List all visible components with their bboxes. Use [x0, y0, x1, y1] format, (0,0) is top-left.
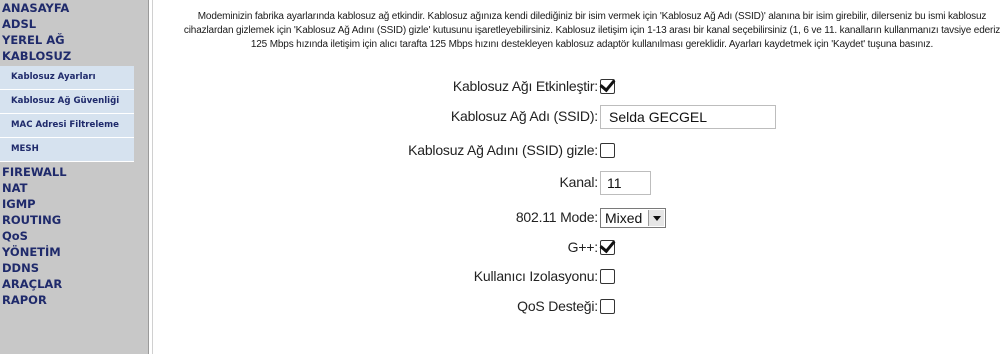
- intro-line-1: Modeminizin fabrika ayarlarında kablosuz…: [197, 11, 987, 22]
- ssid-row: Kablosuz Ağ Adı (SSID): Selda GECGEL: [153, 104, 1006, 130]
- isolation-label: Kullanıcı Izolasyonu:: [473, 268, 598, 284]
- intro-text: Modeminizin fabrika ayarlarında kablosuz…: [167, 10, 1006, 52]
- channel-input[interactable]: 11: [600, 171, 651, 195]
- sub-nav-item-3[interactable]: MESH: [0, 138, 134, 162]
- channel-label: Kanal:: [559, 174, 599, 190]
- nav-item-ddns[interactable]: DDNS: [0, 260, 148, 276]
- enable-row: Kablosuz Ağı Etkinleştir:: [153, 74, 1006, 100]
- isolation-checkbox[interactable]: [600, 269, 615, 284]
- nav-item-yöneti-m[interactable]: YÖNETİM: [0, 244, 148, 260]
- sidebar-divider: [148, 0, 149, 354]
- sub-nav-item-0[interactable]: Kablosuz Ayarları: [0, 66, 134, 90]
- nav-item-araçlar[interactable]: ARAÇLAR: [0, 276, 148, 292]
- hide-ssid-label: Kablosuz Ağ Adını (SSID) gizle:: [408, 142, 598, 158]
- intro-line-3: 125 Mbps hızında iletişim için alıcı tar…: [250, 39, 934, 50]
- nav-top: ANASAYFA ADSL YEREL AĞ KABLOSUZ: [0, 0, 148, 64]
- nav-item-yerel-ağ[interactable]: YEREL AĞ: [0, 32, 148, 48]
- nav-item-anasayfa[interactable]: ANASAYFA: [0, 0, 148, 16]
- mode-row: 802.11 Mode: Mixed: [153, 205, 1006, 231]
- nav-item-firewall[interactable]: FIREWALL: [0, 164, 148, 180]
- sidebar: ANASAYFA ADSL YEREL AĞ KABLOSUZ Kablosuz Ay…: [0, 0, 148, 354]
- enable-label: Kablosuz Ağı Etkinleştir:: [452, 78, 598, 94]
- mode-label: 802.11 Mode:: [515, 209, 598, 225]
- enable-wireless-checkbox[interactable]: [600, 79, 615, 94]
- nav-item-qos[interactable]: QoS: [0, 228, 148, 244]
- nav-item-nat[interactable]: NAT: [0, 180, 148, 196]
- gpp-label: G++:: [567, 239, 599, 255]
- ssid-input[interactable]: Selda GECGEL: [600, 105, 776, 129]
- nav-item-igmp[interactable]: IGMP: [0, 196, 148, 212]
- chevron-down-icon: [648, 210, 664, 226]
- gpp-row: G++:: [153, 235, 1006, 261]
- sub-nav-item-1[interactable]: Kablosuz Ağ Güvenliği: [0, 90, 134, 114]
- nav-item-kablosuz[interactable]: KABLOSUZ: [0, 48, 148, 64]
- hide-ssid-row: Kablosuz Ağ Adını (SSID) gizle:: [153, 138, 1006, 164]
- qos-label: QoS Desteği:: [517, 298, 598, 314]
- nav-item-adsl[interactable]: ADSL: [0, 16, 148, 32]
- sub-nav-item-2[interactable]: MAC Adresi Filtreleme: [0, 114, 134, 138]
- hide-ssid-checkbox[interactable]: [600, 143, 615, 158]
- intro-line-2: cihazlardan gizlemek için 'Kablosuz Ağ A…: [183, 25, 1001, 36]
- isolation-row: Kullanıcı Izolasyonu:: [153, 264, 1006, 290]
- nav-item-routing[interactable]: ROUTING: [0, 212, 148, 228]
- ssid-label: Kablosuz Ağ Adı (SSID):: [450, 108, 598, 124]
- sub-menu: Kablosuz Ayarları Kablosuz Ağ Güvenliği MA…: [0, 66, 134, 162]
- main-panel: Modeminizin fabrika ayarlarında kablosuz…: [153, 0, 1006, 354]
- qos-row: QoS Desteği:: [153, 294, 1006, 320]
- gpp-checkbox[interactable]: [600, 240, 615, 255]
- channel-row: Kanal: 11: [153, 170, 1006, 196]
- qos-checkbox[interactable]: [600, 299, 615, 314]
- nav-item-rapor[interactable]: RAPOR: [0, 292, 148, 308]
- mode-select-value: Mixed: [605, 210, 643, 226]
- nav-bottom: FIREWALL NAT IGMP ROUTING QoS YÖNETİM DDNS ARAÇ…: [0, 164, 148, 308]
- mode-select[interactable]: Mixed: [600, 208, 666, 228]
